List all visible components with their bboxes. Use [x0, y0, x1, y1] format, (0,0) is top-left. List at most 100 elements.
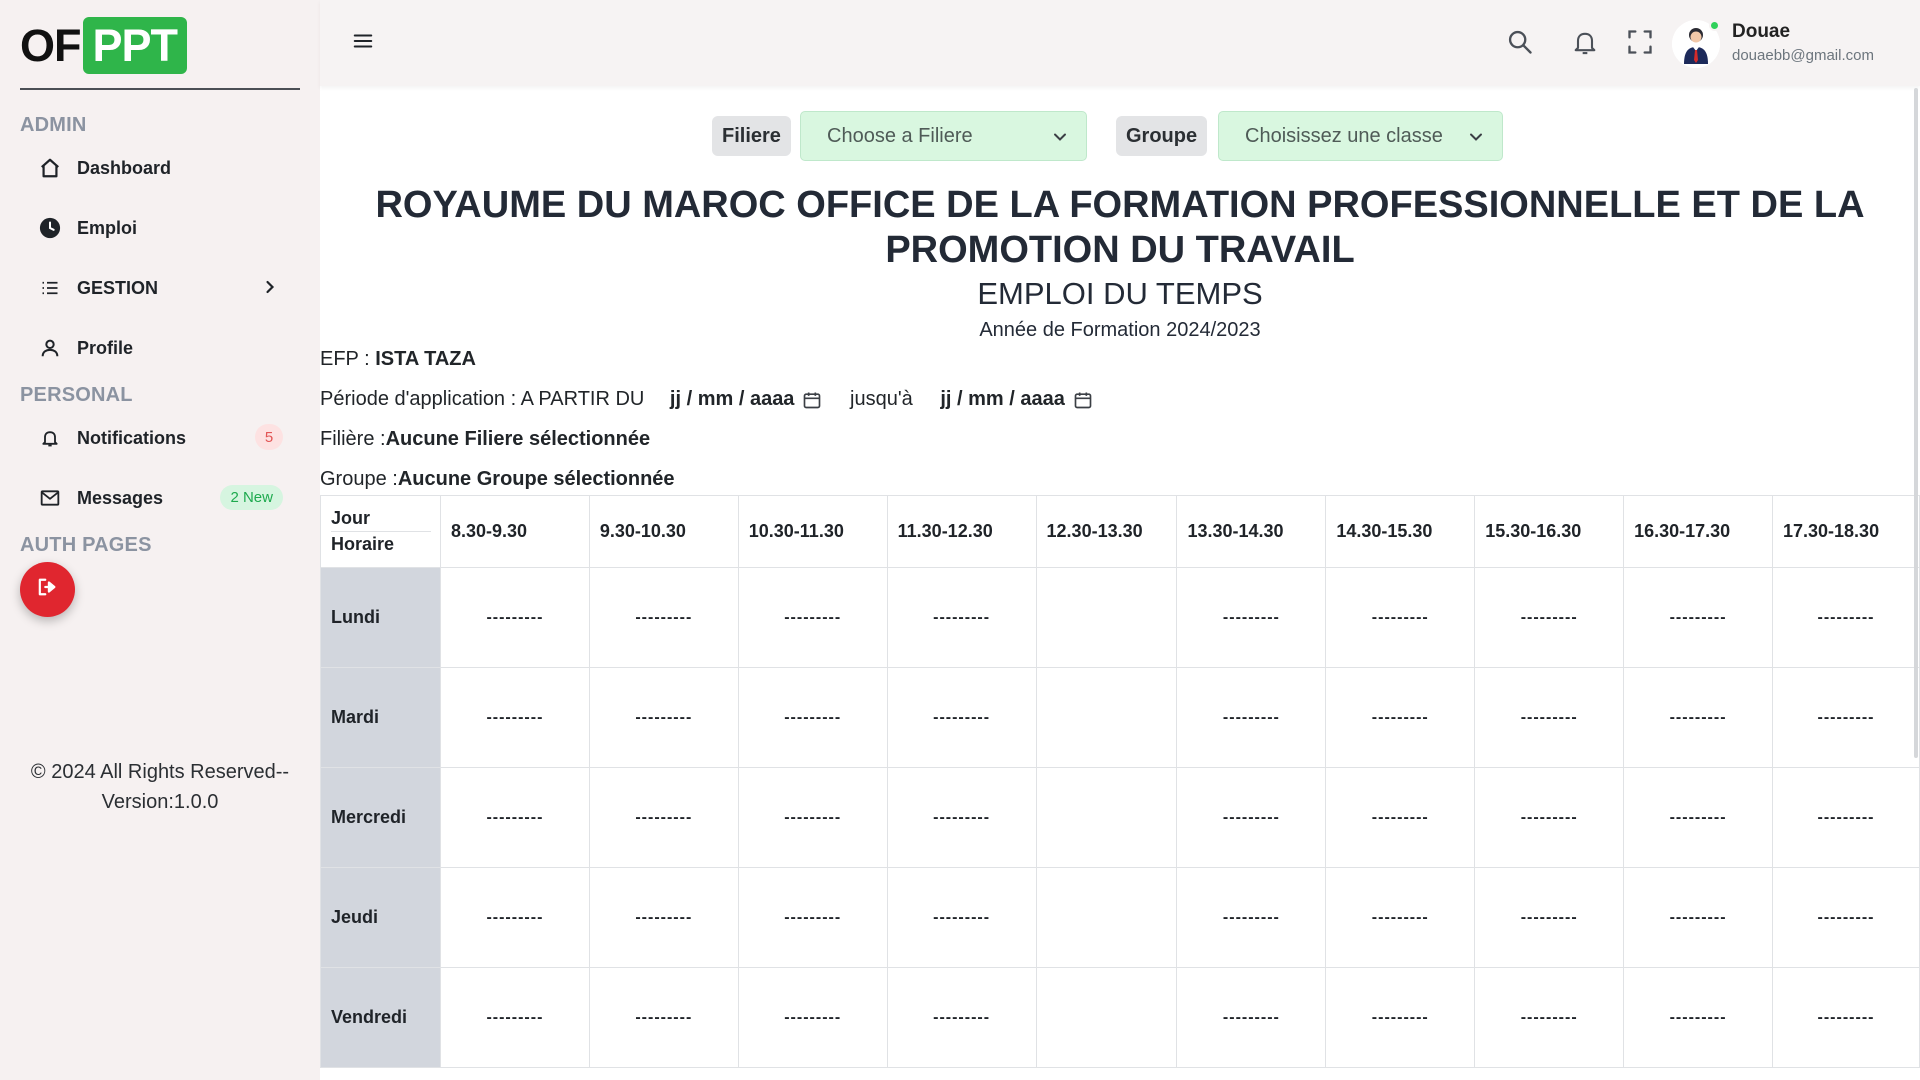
section-title-admin: ADMIN	[20, 114, 87, 136]
schedule-cell[interactable]: ---------	[886, 867, 1037, 968]
schedule-cell[interactable]: ---------	[737, 967, 888, 1068]
schedule-cell[interactable]: ---------	[1325, 967, 1476, 1068]
schedule-cell[interactable]: ---------	[886, 767, 1037, 868]
schedule-cell[interactable]: ---------	[588, 767, 739, 868]
chevron-right-icon	[260, 277, 280, 302]
avatar[interactable]	[1672, 20, 1720, 68]
copyright-text: © 2024 All Rights Reserved--	[30, 761, 290, 783]
schedule-cell[interactable]: ---------	[1176, 667, 1327, 768]
schedule-cell[interactable]: ---------	[588, 567, 739, 668]
mail-icon	[38, 486, 62, 510]
schedule-cell[interactable]: ---------	[1772, 867, 1920, 968]
bell-icon[interactable]	[1571, 28, 1599, 61]
schedule-cell[interactable]: ---------	[439, 967, 590, 1068]
user-name: Douae	[1732, 21, 1791, 42]
break-cell[interactable]	[1035, 567, 1178, 668]
break-cell[interactable]	[1035, 767, 1178, 868]
sidebar-item-dashboard[interactable]: Dashboard	[38, 151, 288, 185]
schedule-cell[interactable]: ---------	[1474, 567, 1625, 668]
logo-text-ppt: PPT	[82, 17, 188, 74]
sidebar-item-emploi[interactable]: Emploi	[38, 211, 288, 245]
time-slot-header: 17.30-18.30	[1772, 495, 1920, 568]
calendar-icon	[804, 392, 821, 408]
time-slot-header: 14.30-15.30	[1325, 495, 1476, 568]
app-root: OF PPT ADMIN Dashboard Emploi GESTION Pr…	[0, 0, 1920, 1080]
schedule-cell[interactable]: ---------	[886, 667, 1037, 768]
schedule-cell[interactable]: ---------	[588, 867, 739, 968]
chevron-down-icon	[1466, 127, 1486, 153]
schedule-cell[interactable]: ---------	[439, 867, 590, 968]
schedule-cell[interactable]: ---------	[1623, 867, 1773, 968]
filiere-select[interactable]: Choose a Filiere	[800, 111, 1087, 161]
menu-toggle-icon[interactable]	[352, 30, 374, 57]
corner-header: Jour Horaire	[320, 495, 441, 568]
schedule-cell[interactable]: ---------	[1772, 667, 1920, 768]
schedule-cell[interactable]: ---------	[1325, 567, 1476, 668]
logo-text-of: OF	[20, 19, 81, 71]
schedule-header-row: Jour Horaire 8.30-9.30 9.30-10.30 10.30-11…	[320, 495, 1920, 568]
filiere-select-value: Choose a Filiere	[827, 124, 973, 147]
schedule-cell[interactable]: ---------	[1474, 667, 1625, 768]
filiere-filter-label: Filiere	[712, 116, 791, 156]
schedule-cell[interactable]: ---------	[886, 567, 1037, 668]
schedule-cell[interactable]: ---------	[1325, 767, 1476, 868]
schedule-cell[interactable]: ---------	[737, 567, 888, 668]
groupe-select[interactable]: Choisissez une classe	[1218, 111, 1503, 161]
schedule-cell[interactable]: ---------	[1623, 667, 1773, 768]
schedule-cell[interactable]: ---------	[886, 967, 1037, 1068]
schedule-cell[interactable]: ---------	[439, 567, 590, 668]
sidebar-item-notifications[interactable]: Notifications 5	[38, 421, 288, 455]
schedule-cell[interactable]: ---------	[1772, 567, 1920, 668]
sidebar-item-label: Notifications	[77, 427, 187, 448]
schedule-cell[interactable]: ---------	[1325, 667, 1476, 768]
section-title-personal: PERSONAL	[20, 384, 133, 406]
page-subtitle: EMPLOI DU TEMPS	[977, 276, 1263, 311]
start-date-placeholder: jj / mm / aaaa	[669, 388, 795, 410]
schedule-cell[interactable]: ---------	[1176, 867, 1327, 968]
schedule-cell[interactable]: ---------	[1176, 567, 1327, 668]
sidebar-item-gestion[interactable]: GESTION	[38, 271, 288, 305]
sidebar-item-messages[interactable]: Messages 2 New	[38, 481, 288, 515]
day-label: Mardi	[320, 667, 441, 768]
schedule-cell[interactable]: ---------	[1325, 867, 1476, 968]
fullscreen-icon[interactable]	[1626, 28, 1654, 61]
start-date-input[interactable]: jj / mm / aaaa	[670, 388, 823, 411]
online-status-indicator	[1709, 20, 1720, 31]
schedule-cell[interactable]: ---------	[439, 667, 590, 768]
sidebar-item-profile[interactable]: Profile	[38, 331, 288, 365]
schedule-cell[interactable]: ---------	[1772, 767, 1920, 868]
schedule-cell[interactable]: ---------	[1176, 767, 1327, 868]
page-scrollbar[interactable]	[1914, 88, 1918, 758]
break-cell[interactable]	[1035, 667, 1178, 768]
schedule-cell[interactable]: ---------	[737, 767, 888, 868]
break-cell[interactable]	[1035, 967, 1178, 1068]
end-date-input[interactable]: jj / mm / aaaa	[940, 388, 1093, 411]
filiere-info-label: Filière :	[320, 428, 386, 450]
schedule-cell[interactable]: ---------	[1623, 967, 1773, 1068]
schedule-cell[interactable]: ---------	[1474, 767, 1625, 868]
day-label: Jeudi	[320, 867, 441, 968]
filiere-info: Filière :Aucune Filiere sélectionnée	[320, 428, 650, 451]
schedule-cell[interactable]: ---------	[1623, 767, 1773, 868]
search-icon[interactable]	[1506, 28, 1534, 61]
schedule-cell[interactable]: ---------	[1772, 967, 1920, 1068]
schedule-cell[interactable]: ---------	[439, 767, 590, 868]
time-slot-header: 9.30-10.30	[588, 495, 739, 568]
corner-jour-label: Jour	[331, 506, 431, 532]
sidebar-item-label: GESTION	[77, 277, 159, 298]
schedule-cell[interactable]: ---------	[737, 867, 888, 968]
break-cell[interactable]	[1035, 867, 1178, 968]
schedule-cell[interactable]: ---------	[588, 667, 739, 768]
groupe-select-value: Choisissez une classe	[1245, 124, 1443, 147]
logout-button[interactable]	[20, 562, 75, 617]
schedule-cell[interactable]: ---------	[1623, 567, 1773, 668]
logo[interactable]: OF PPT	[20, 17, 188, 74]
schedule-cell[interactable]: ---------	[737, 667, 888, 768]
schedule-table: Jour Horaire 8.30-9.30 9.30-10.30 10.30-11…	[320, 495, 1920, 1068]
schedule-cell[interactable]: ---------	[1474, 867, 1625, 968]
efp-info: EFP : ISTA TAZA	[320, 348, 476, 371]
groupe-info-label: Groupe :	[320, 468, 398, 490]
schedule-cell[interactable]: ---------	[1176, 967, 1327, 1068]
schedule-cell[interactable]: ---------	[588, 967, 739, 1068]
schedule-cell[interactable]: ---------	[1474, 967, 1625, 1068]
